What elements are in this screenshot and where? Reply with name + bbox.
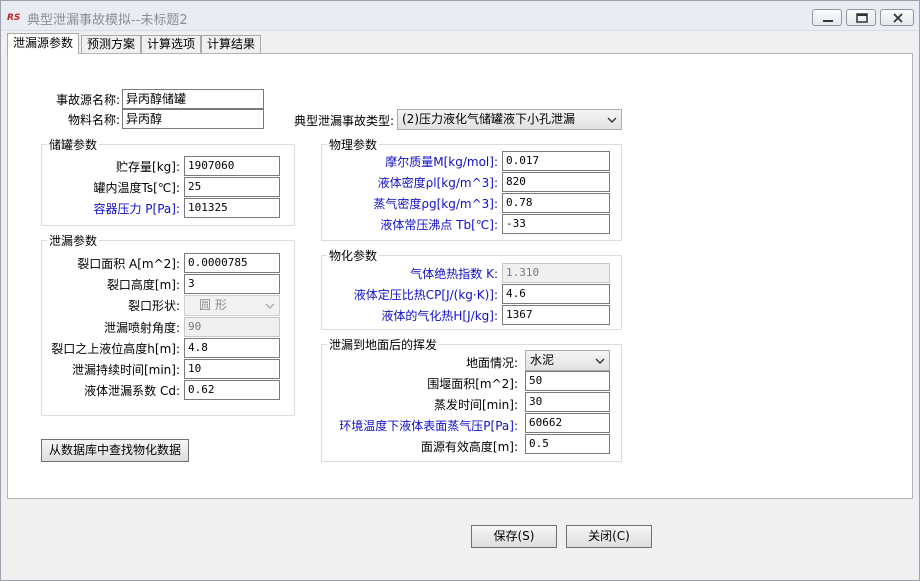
- dike-area-label: 围堰面积[m^2]:: [427, 377, 518, 391]
- boiling-point-field[interactable]: -33: [502, 214, 610, 234]
- orifice-shape-select: 圆 形: [184, 295, 280, 316]
- close-window-button[interactable]: [880, 9, 914, 26]
- leak-duration-label: 泄漏持续时间[min]:: [71, 363, 180, 377]
- tab-panel-leak-source: 事故源名称: 异丙醇储罐 物料名称: 异丙醇 典型泄漏事故类型: (2)压力液化…: [7, 53, 913, 499]
- ground-type-select[interactable]: 水泥: [525, 350, 610, 371]
- physical-params-title: 物理参数: [327, 136, 380, 153]
- source-height-label: 面源有效高度[m]:: [420, 440, 518, 454]
- accident-type-label: 典型泄漏事故类型:: [293, 114, 394, 128]
- vapor-pressure-label: 环境温度下液体表面蒸气压P[Pa]:: [339, 419, 518, 433]
- leak-params-title: 泄漏参数: [47, 232, 100, 249]
- dike-area-field[interactable]: 50: [525, 371, 610, 391]
- jet-angle-field: 90: [184, 317, 280, 337]
- orifice-height-label: 裂口高度[m]:: [106, 278, 180, 292]
- orifice-shape-value: 圆 形: [199, 298, 227, 312]
- evaporation-title: 泄漏到地面后的挥发: [327, 336, 440, 353]
- orifice-shape-label: 裂口形状:: [127, 299, 180, 313]
- source-name-label: 事故源名称:: [55, 93, 120, 107]
- vapor-pressure-field[interactable]: 60662: [525, 413, 610, 433]
- liquid-density-label: 液体密度ρl[kg/m^3]:: [377, 176, 498, 190]
- vaporization-heat-field[interactable]: 1367: [502, 305, 610, 325]
- tab-calc-results[interactable]: 计算结果: [201, 35, 261, 53]
- specific-heat-field[interactable]: 4.6: [502, 284, 610, 304]
- ground-type-value: 水泥: [530, 353, 555, 367]
- specific-heat-label: 液体定压比热CP[J/(kg·K)]:: [353, 288, 498, 302]
- orifice-area-label: 裂口面积 A[m^2]:: [77, 257, 180, 271]
- molar-mass-field[interactable]: 0.017: [502, 151, 610, 171]
- close-button[interactable]: 关闭(C): [566, 525, 652, 548]
- material-name-label: 物料名称:: [67, 113, 120, 127]
- liquid-level-label: 裂口之上液位高度h[m]:: [51, 342, 180, 356]
- title-bar[interactable]: RS 典型泄漏事故模拟--未标题2: [1, 1, 919, 31]
- jet-angle-label: 泄漏喷射角度:: [103, 321, 180, 335]
- molar-mass-label: 摩尔质量M[kg/mol]:: [385, 155, 498, 169]
- ground-type-label: 地面情况:: [465, 356, 518, 370]
- source-height-field[interactable]: 0.5: [525, 434, 610, 454]
- orifice-area-field[interactable]: 0.0000785: [184, 253, 280, 273]
- material-name-field[interactable]: 异丙醇: [122, 109, 264, 129]
- liquid-level-field[interactable]: 4.8: [184, 338, 280, 358]
- tab-calc-options[interactable]: 计算选项: [141, 35, 201, 53]
- liquid-density-field[interactable]: 820: [502, 172, 610, 192]
- vapor-density-field[interactable]: 0.78: [502, 193, 610, 213]
- tank-temperature-field[interactable]: 25: [184, 177, 280, 197]
- tank-temperature-label: 罐内温度Ts[℃]:: [93, 181, 180, 195]
- window-title: 典型泄漏事故模拟--未标题2: [27, 13, 188, 28]
- leak-duration-field[interactable]: 10: [184, 359, 280, 379]
- accident-type-select[interactable]: (2)压力液化气储罐液下小孔泄漏: [397, 109, 622, 130]
- maximize-button[interactable]: [846, 9, 876, 26]
- chevron-down-icon: [595, 355, 605, 370]
- chevron-down-icon: [607, 114, 617, 129]
- vessel-pressure-field[interactable]: 101325: [184, 198, 280, 218]
- storage-mass-label: 贮存量[kg]:: [116, 160, 180, 174]
- discharge-coef-label: 液体泄漏系数 Cd:: [84, 384, 180, 398]
- discharge-coef-field[interactable]: 0.62: [184, 380, 280, 400]
- tab-leak-source[interactable]: 泄漏源参数: [7, 33, 79, 54]
- boiling-point-label: 液体常压沸点 Tb[℃]:: [380, 218, 498, 232]
- storage-params-title: 储罐参数: [47, 136, 100, 153]
- evaporation-time-label: 蒸发时间[min]:: [433, 398, 518, 412]
- minimize-button[interactable]: [812, 9, 842, 26]
- lookup-database-button[interactable]: 从数据库中查找物化数据: [41, 439, 189, 462]
- source-name-field[interactable]: 异丙醇储罐: [122, 89, 264, 109]
- evaporation-time-field[interactable]: 30: [525, 392, 610, 412]
- accident-type-value: (2)压力液化气储罐液下小孔泄漏: [402, 112, 575, 126]
- orifice-height-field[interactable]: 3: [184, 274, 280, 294]
- app-window: RS 典型泄漏事故模拟--未标题2 泄漏源参数 预测方案 计算选项 计算结果 事…: [0, 0, 920, 581]
- adiabatic-index-field: 1.310: [502, 263, 610, 283]
- app-logo-icon: RS: [7, 10, 23, 23]
- chemical-params-title: 物化参数: [327, 247, 380, 264]
- tab-forecast-plan[interactable]: 预测方案: [81, 35, 141, 53]
- vaporization-heat-label: 液体的气化热H[J/kg]:: [381, 309, 498, 323]
- chevron-down-icon: [265, 300, 275, 315]
- vapor-density-label: 蒸气密度ρg[kg/m^3]:: [373, 197, 498, 211]
- storage-mass-field[interactable]: 1907060: [184, 156, 280, 176]
- save-button[interactable]: 保存(S): [471, 525, 557, 548]
- vessel-pressure-label: 容器压力 P[Pa]:: [93, 202, 180, 216]
- adiabatic-index-label: 气体绝热指数 K:: [410, 267, 498, 281]
- svg-text:RS: RS: [7, 13, 20, 22]
